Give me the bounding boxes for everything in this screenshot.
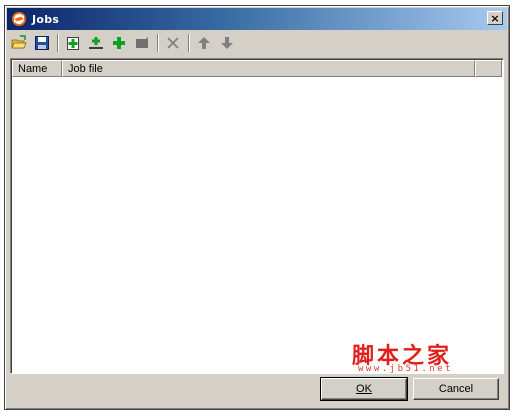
- save-button[interactable]: [32, 33, 52, 53]
- title-bar[interactable]: Jobs ×: [7, 8, 507, 30]
- insert-job-icon: [89, 37, 103, 49]
- column-header-filler: [475, 60, 502, 77]
- new-job-icon: [67, 37, 79, 50]
- toolbar-separator: [157, 34, 159, 52]
- move-down-icon: [221, 37, 233, 49]
- move-down-button[interactable]: [217, 33, 237, 53]
- toolbar-separator: [188, 34, 190, 52]
- edit-job-icon: [136, 37, 148, 48]
- column-header-job-file[interactable]: Job file: [62, 60, 475, 77]
- open-button[interactable]: [9, 33, 29, 53]
- add-job-icon: [113, 37, 125, 49]
- toolbar: [9, 32, 505, 54]
- delete-icon: [167, 37, 179, 49]
- close-button[interactable]: ×: [487, 11, 503, 25]
- delete-button[interactable]: [163, 33, 183, 53]
- ok-button-label: OK: [356, 383, 372, 395]
- list-header: Name Job file: [12, 60, 502, 77]
- move-up-button[interactable]: [194, 33, 214, 53]
- add-job-button[interactable]: [109, 33, 129, 53]
- move-up-icon: [198, 37, 210, 49]
- app-logo-icon: [11, 11, 27, 27]
- toolbar-separator: [57, 34, 59, 52]
- insert-job-button[interactable]: [86, 33, 106, 53]
- save-disk-icon: [35, 36, 49, 50]
- window-title: Jobs: [32, 12, 60, 26]
- open-folder-icon: [11, 35, 27, 49]
- jobs-list[interactable]: Name Job file: [10, 58, 504, 374]
- close-icon: ×: [490, 11, 500, 25]
- ok-button[interactable]: OK: [320, 377, 408, 401]
- new-job-button[interactable]: [63, 33, 83, 53]
- cancel-button-label: Cancel: [438, 383, 474, 395]
- cancel-button[interactable]: Cancel: [413, 378, 499, 400]
- edit-job-button[interactable]: [132, 33, 152, 53]
- watermark-url: www.jb51.net: [358, 364, 454, 374]
- column-header-name[interactable]: Name: [12, 60, 62, 77]
- list-body[interactable]: [12, 77, 502, 372]
